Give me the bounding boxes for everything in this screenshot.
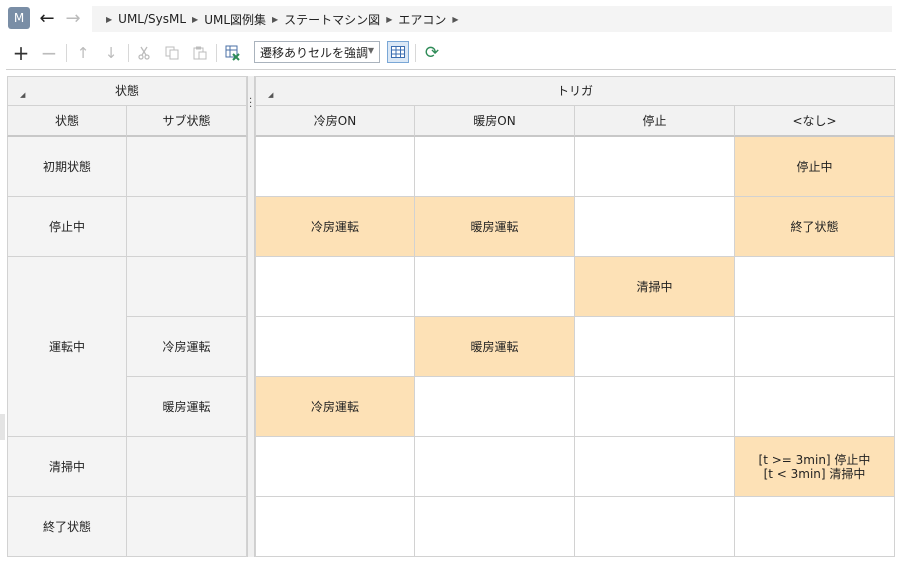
side-panel-handle[interactable] <box>0 414 5 440</box>
transition-cell[interactable] <box>575 437 735 497</box>
transition-cell[interactable] <box>575 317 735 377</box>
state-group-label: 状態 <box>114 84 139 98</box>
row-header-substate[interactable]: 冷房運転 <box>127 317 247 377</box>
row-header-substate[interactable] <box>127 257 247 317</box>
pane-splitter[interactable]: · · · <box>247 76 255 557</box>
toolbar-divider <box>66 44 67 62</box>
transition-cell[interactable] <box>415 437 575 497</box>
transition-cell[interactable]: 暖房運転 <box>415 197 575 257</box>
navigation-bar: M ← → ▶ UML/SysML ▶ UML図例集 ▶ ステートマシン図 ▶ … <box>0 0 900 36</box>
copy-icon[interactable] <box>161 42 183 64</box>
toolbar-divider <box>128 44 129 62</box>
transition-cell[interactable]: 冷房運転 <box>255 197 415 257</box>
column-header-trigger[interactable]: 暖房ON <box>415 106 575 137</box>
breadcrumb-item[interactable]: ステートマシン図 <box>284 11 380 28</box>
remove-icon[interactable]: − <box>38 41 60 65</box>
column-header-state[interactable]: 状態 <box>7 106 127 137</box>
add-icon[interactable]: + <box>10 41 32 65</box>
transition-cell[interactable]: 終了状態 <box>735 197 895 257</box>
cut-icon[interactable] <box>133 42 155 64</box>
row-header-substate[interactable] <box>127 497 247 557</box>
transition-cell[interactable] <box>575 137 735 197</box>
transition-cell[interactable] <box>255 137 415 197</box>
grid-view-toggle[interactable] <box>387 41 409 63</box>
breadcrumb-item[interactable]: エアコン <box>398 11 446 28</box>
chevron-right-icon: ▶ <box>192 14 199 24</box>
collapse-icon[interactable]: ◢ <box>268 88 273 102</box>
toolbar-divider <box>415 44 416 62</box>
transition-cell[interactable] <box>735 497 895 557</box>
row-header-substate[interactable] <box>127 437 247 497</box>
model-badge[interactable]: M <box>8 7 30 29</box>
row-header-state[interactable]: 運転中 <box>7 257 127 437</box>
move-down-icon[interactable]: ↓ <box>100 42 122 64</box>
row-header-state[interactable]: 初期状態 <box>7 137 127 197</box>
breadcrumb-item[interactable]: UML/SysML <box>118 12 186 26</box>
highlight-mode-value: 遷移ありセルを強調 <box>260 45 369 60</box>
chevron-right-icon: ▶ <box>272 14 279 24</box>
row-header-state[interactable]: 停止中 <box>7 197 127 257</box>
transition-cell[interactable] <box>735 377 895 437</box>
chevron-down-icon: ▼ <box>367 46 374 55</box>
column-header-substate[interactable]: サブ状態 <box>127 106 247 137</box>
chevron-right-icon[interactable]: ▶ <box>452 15 458 24</box>
grid-view-icon <box>391 46 405 58</box>
row-header-substate[interactable]: 暖房運転 <box>127 377 247 437</box>
column-header-trigger[interactable]: 冷房ON <box>255 106 415 137</box>
back-arrow-icon[interactable]: ← <box>36 7 58 29</box>
breadcrumb-item[interactable]: UML図例集 <box>204 11 266 28</box>
row-header-substate[interactable] <box>127 137 247 197</box>
transition-cell[interactable]: 停止中 <box>735 137 895 197</box>
breadcrumb: ▶ UML/SysML ▶ UML図例集 ▶ ステートマシン図 ▶ エアコン ▶ <box>92 6 892 32</box>
column-header-trigger[interactable]: 停止 <box>575 106 735 137</box>
transition-cell[interactable] <box>255 257 415 317</box>
toolbar-divider <box>216 44 217 62</box>
paste-icon[interactable] <box>189 42 211 64</box>
forward-arrow-icon[interactable]: → <box>62 7 84 29</box>
chevron-right-icon: ▶ <box>106 14 113 24</box>
transition-cell[interactable] <box>415 497 575 557</box>
state-group-header[interactable]: ◢ 状態 <box>7 76 247 106</box>
transition-cell[interactable] <box>575 497 735 557</box>
row-header-state[interactable]: 清掃中 <box>7 437 127 497</box>
transition-cell[interactable]: 暖房運転 <box>415 317 575 377</box>
trigger-group-header[interactable]: ◢ トリガ <box>255 76 895 106</box>
transition-cell[interactable] <box>415 137 575 197</box>
transition-cell[interactable] <box>575 377 735 437</box>
transition-cell[interactable]: [t >= 3min] 停止中 [t < 3min] 清掃中 <box>735 437 895 497</box>
move-up-icon[interactable]: ↑ <box>72 42 94 64</box>
transition-cell[interactable] <box>415 377 575 437</box>
row-header-substate[interactable] <box>127 197 247 257</box>
transition-cell[interactable] <box>415 257 575 317</box>
transition-cell[interactable]: 清掃中 <box>575 257 735 317</box>
toolbar-divider-line <box>6 69 896 70</box>
collapse-icon[interactable]: ◢ <box>20 88 25 102</box>
chevron-right-icon: ▶ <box>386 14 393 24</box>
state-transition-table: ◢ 状態 ◢ トリガ 状態 サブ状態 冷房ON 暖房ON 停止 <なし> 初期状… <box>7 76 895 557</box>
transition-cell[interactable] <box>255 437 415 497</box>
transition-cell[interactable] <box>735 257 895 317</box>
transition-cell[interactable]: 冷房運転 <box>255 377 415 437</box>
toolbar: + − ↑ ↓ ⟳ <box>0 38 900 68</box>
transition-cell[interactable] <box>255 497 415 557</box>
column-header-trigger[interactable]: <なし> <box>735 106 895 137</box>
transition-cell[interactable] <box>735 317 895 377</box>
trigger-group-label: トリガ <box>556 84 593 98</box>
export-icon[interactable] <box>222 42 244 64</box>
refresh-icon[interactable]: ⟳ <box>421 42 443 64</box>
row-header-state[interactable]: 終了状態 <box>7 497 127 557</box>
transition-cell[interactable] <box>575 197 735 257</box>
transition-cell[interactable] <box>255 317 415 377</box>
drag-handle-icon[interactable]: · · · <box>249 95 252 113</box>
highlight-mode-select[interactable]: 遷移ありセルを強調 ▼ <box>254 41 380 63</box>
